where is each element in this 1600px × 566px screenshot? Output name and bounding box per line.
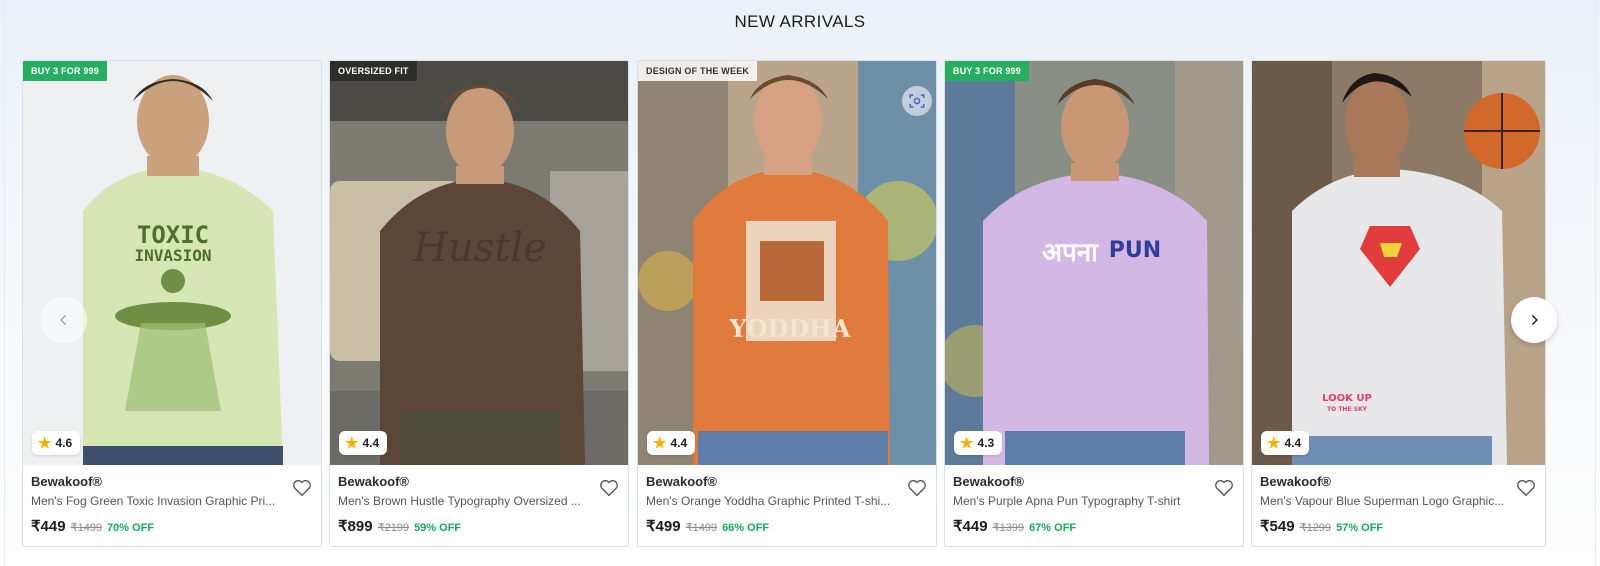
discount-label: 57% OFF <box>1336 522 1384 534</box>
tshirt-print-text: Hustle <box>412 225 547 271</box>
section-title: NEW ARRIVALS <box>734 12 866 31</box>
offer-tag: OVERSIZED FIT <box>330 61 417 81</box>
sale-price: ₹449 <box>31 518 66 535</box>
star-icon: ★ <box>1267 434 1281 452</box>
price-row: ₹449 ₹1399 67% OFF <box>953 517 1076 535</box>
price-row: ₹899 ₹2199 59% OFF <box>338 517 461 535</box>
rating-badge: ★ 4.4 <box>339 431 388 455</box>
carousel-next-button[interactable] <box>1511 297 1557 343</box>
rating-badge: ★ 4.3 <box>954 431 1003 455</box>
sale-price: ₹549 <box>1260 518 1295 535</box>
product-name[interactable]: Men's Vapour Blue Superman Logo Graphic.… <box>1260 494 1505 508</box>
heart-outline-icon <box>1517 480 1535 497</box>
product-image[interactable]: Hustle OVERSIZED FIT ★ 4.4 <box>330 61 628 465</box>
rating-badge: ★ 4.6 <box>32 431 81 455</box>
star-icon: ★ <box>345 434 359 452</box>
original-price: ₹1299 <box>1299 522 1332 534</box>
carousel-prev-button[interactable] <box>41 297 87 343</box>
wishlist-button[interactable] <box>1213 477 1235 499</box>
product-info: Bewakoof® Men's Purple Apna Pun Typograp… <box>945 465 1243 546</box>
wishlist-button[interactable] <box>1515 477 1537 499</box>
rating-value: 4.4 <box>670 436 688 450</box>
product-image[interactable]: LOOK UP TO THE SKY ★ 4.4 <box>1252 61 1545 465</box>
star-icon: ★ <box>653 434 667 452</box>
original-price: ₹1499 <box>685 522 718 534</box>
offer-tag: BUY 3 FOR 999 <box>23 61 107 81</box>
rating-value: 4.4 <box>362 436 380 450</box>
product-card[interactable]: अपना PUN BUY 3 FOR 999 ★ 4.3 Bewakoof® M… <box>944 60 1244 547</box>
brand-name: Bewakoof® <box>646 474 717 489</box>
star-icon: ★ <box>960 434 974 452</box>
product-image[interactable]: TOXIC INVASION BUY 3 FOR 999 ★ 4.6 <box>23 61 321 465</box>
chevron-left-icon <box>60 314 67 326</box>
product-card[interactable]: LOOK UP TO THE SKY ★ 4.4 Bewakoof® Men's… <box>1251 60 1546 547</box>
brand-name: Bewakoof® <box>1260 474 1331 489</box>
product-name[interactable]: Men's Purple Apna Pun Typography T-shirt <box>953 494 1198 508</box>
tshirt-print-text: YODDHA <box>729 314 851 343</box>
discount-label: 70% OFF <box>107 522 155 534</box>
sale-price: ₹499 <box>646 518 681 535</box>
brand-name: Bewakoof® <box>953 474 1024 489</box>
rating-badge: ★ 4.4 <box>1261 431 1310 455</box>
sale-price: ₹899 <box>338 518 373 535</box>
sale-price: ₹449 <box>953 518 988 535</box>
product-info: Bewakoof® Men's Vapour Blue Superman Log… <box>1252 465 1545 546</box>
tshirt-print-text: LOOK UP <box>1322 393 1372 404</box>
discount-label: 59% OFF <box>414 522 462 534</box>
product-info: Bewakoof® Men's Brown Hustle Typography … <box>330 465 628 546</box>
offer-tag: BUY 3 FOR 999 <box>945 61 1029 81</box>
product-image[interactable]: YODDHA DESIGN OF THE WEEK ★ 4.4 <box>638 61 936 465</box>
chevron-right-icon <box>1531 314 1538 326</box>
discount-label: 67% OFF <box>1029 522 1077 534</box>
rating-value: 4.6 <box>55 436 73 450</box>
original-price: ₹1399 <box>992 522 1025 534</box>
brand-name: Bewakoof® <box>338 474 409 489</box>
rating-value: 4.4 <box>1284 436 1302 450</box>
heart-outline-icon <box>1215 480 1233 497</box>
product-info: Bewakoof® Men's Fog Green Toxic Invasion… <box>23 465 321 546</box>
price-row: ₹499 ₹1499 66% OFF <box>646 517 769 535</box>
offer-tag: DESIGN OF THE WEEK <box>638 61 758 81</box>
product-card[interactable]: Hustle OVERSIZED FIT ★ 4.4 Bewakoof® Men… <box>329 60 629 547</box>
product-info: Bewakoof® Men's Orange Yoddha Graphic Pr… <box>638 465 936 546</box>
discount-label: 66% OFF <box>722 522 770 534</box>
visual-search-icon <box>909 94 925 108</box>
tshirt-print-text: PUN <box>1109 238 1161 263</box>
product-name[interactable]: Men's Fog Green Toxic Invasion Graphic P… <box>31 494 276 508</box>
product-card[interactable]: YODDHA DESIGN OF THE WEEK ★ 4.4 Bewakoof… <box>637 60 937 547</box>
tshirt-print-text: TO THE SKY <box>1327 406 1368 413</box>
price-row: ₹549 ₹1299 57% OFF <box>1260 517 1383 535</box>
visual-search-button[interactable] <box>902 86 932 116</box>
brand-name: Bewakoof® <box>31 474 102 489</box>
wishlist-button[interactable] <box>291 477 313 499</box>
product-name[interactable]: Men's Orange Yoddha Graphic Printed T-sh… <box>646 494 891 508</box>
tshirt-print-text: TOXIC <box>137 221 209 249</box>
tshirt-print-text: अपना <box>1042 238 1099 268</box>
product-image[interactable]: अपना PUN BUY 3 FOR 999 ★ 4.3 <box>945 61 1243 465</box>
wishlist-button[interactable] <box>598 477 620 499</box>
star-icon: ★ <box>38 434 52 452</box>
tshirt-print-text: INVASION <box>134 246 211 265</box>
heart-outline-icon <box>293 480 311 497</box>
rating-badge: ★ 4.4 <box>647 431 696 455</box>
heart-outline-icon <box>600 480 618 497</box>
original-price: ₹1499 <box>70 522 103 534</box>
heart-outline-icon <box>908 480 926 497</box>
product-name[interactable]: Men's Brown Hustle Typography Oversized … <box>338 494 583 508</box>
rating-value: 4.3 <box>977 436 995 450</box>
wishlist-button[interactable] <box>906 477 928 499</box>
price-row: ₹449 ₹1499 70% OFF <box>31 517 154 535</box>
original-price: ₹2199 <box>377 522 410 534</box>
